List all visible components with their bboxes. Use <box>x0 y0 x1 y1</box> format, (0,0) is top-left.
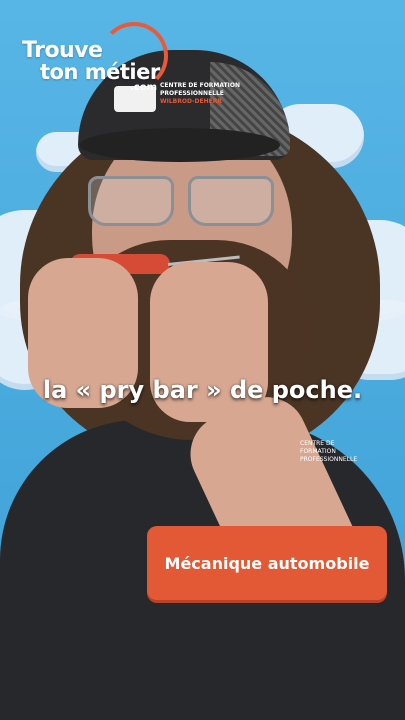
caption-text: la « pry bar » de poche. <box>42 376 363 404</box>
brand-suffix: .com <box>130 82 158 93</box>
person-illustration: CENTRE DE FORMATION PROFESSIONNELLE WILB… <box>0 0 405 720</box>
chest-logo: CENTRE DE FORMATION PROFESSIONNELLE <box>300 440 358 463</box>
category-button[interactable]: Mécanique automobile <box>147 526 387 600</box>
brand-logo[interactable]: Trouve ton métier .com <box>20 22 170 94</box>
cap-badge-text: CENTRE DE FORMATION PROFESSIONNELLE WILB… <box>160 82 241 105</box>
glasses <box>88 176 274 226</box>
cap-brim <box>80 128 280 162</box>
brand-line2: ton métier <box>40 60 160 84</box>
left-lens <box>88 176 174 226</box>
right-lens <box>188 176 274 226</box>
video-frame[interactable]: CENTRE DE FORMATION PROFESSIONNELLE WILB… <box>0 0 405 720</box>
